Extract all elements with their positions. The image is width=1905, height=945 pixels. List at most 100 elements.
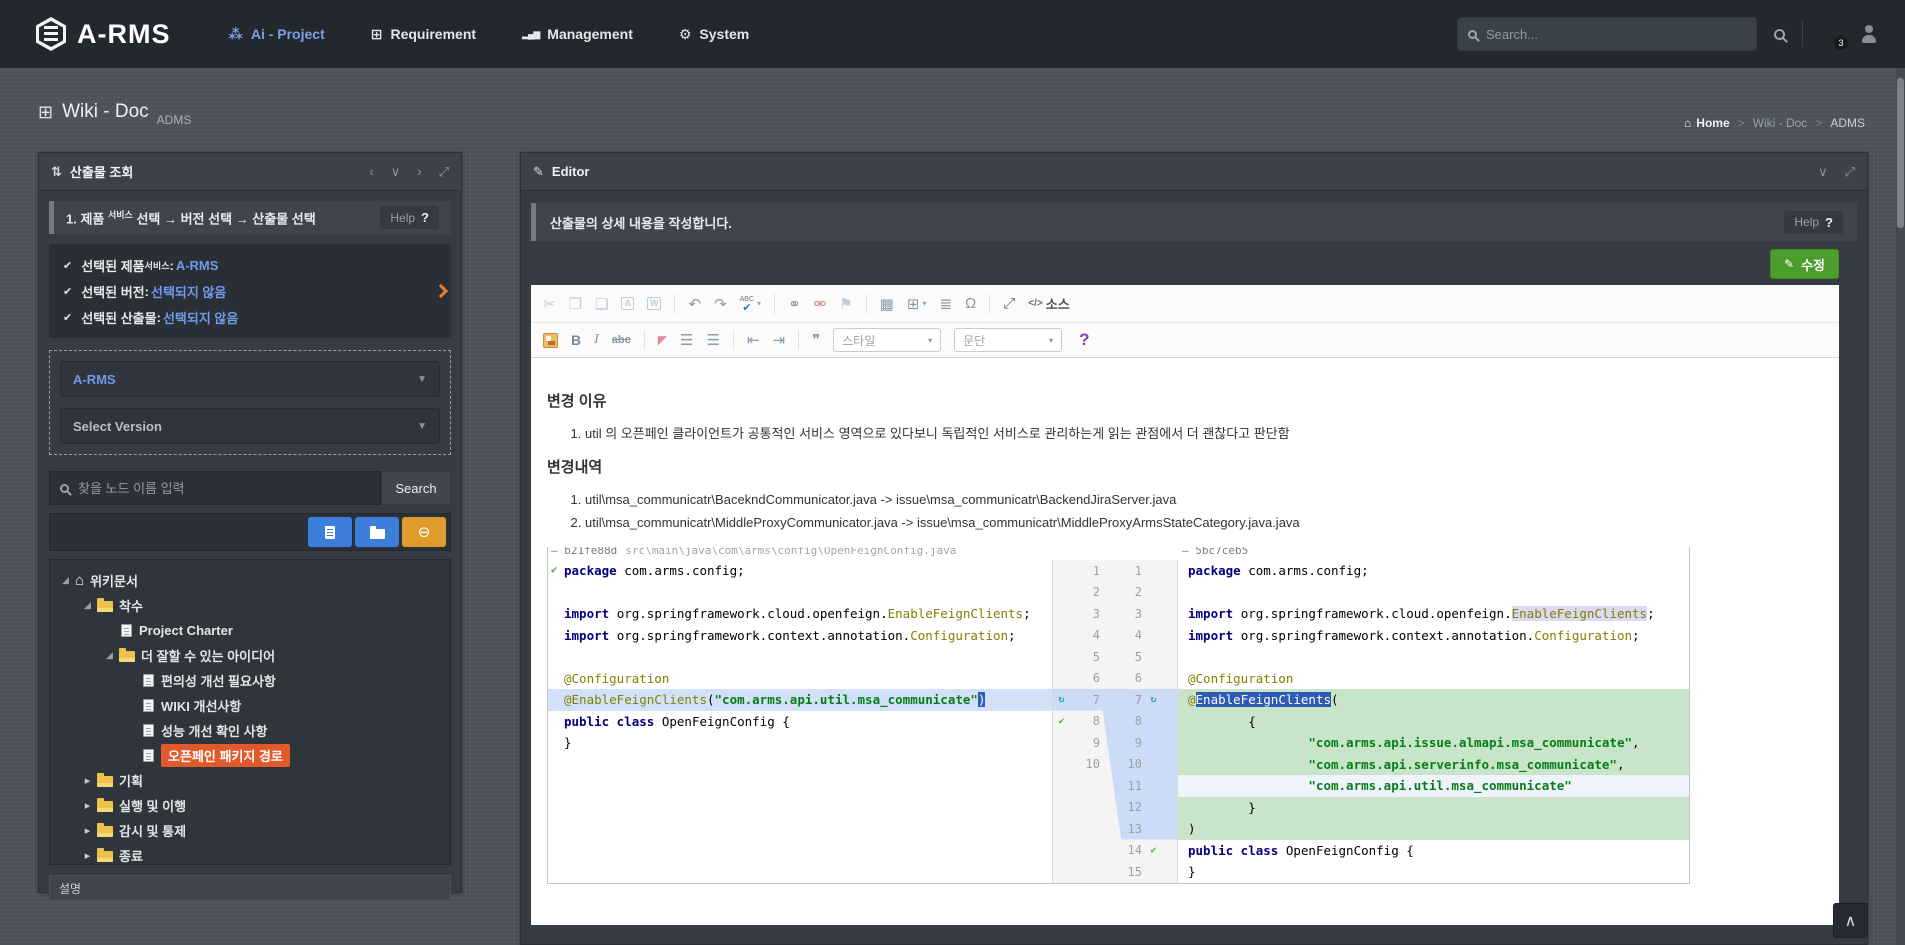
content-heading: 변경내역 [547, 456, 1839, 477]
horizontal-line-icon[interactable]: ≣ [939, 295, 952, 313]
indent-icon[interactable]: ⇥ [772, 331, 785, 349]
code-token: ; [1632, 628, 1640, 643]
table-icon[interactable]: ⊞▾ [907, 295, 927, 313]
tree-item-착수[interactable]: ◢착수 [56, 593, 444, 618]
right-revision: — 5bc7ceb5 [1182, 547, 1248, 557]
breadcrumb-wiki-doc[interactable]: Wiki - Doc [1753, 116, 1808, 130]
diff-right-pane[interactable]: package com.arms.config; import org.spri… [1178, 560, 1689, 883]
right-code-line: import org.springframework.context.annot… [1178, 625, 1689, 647]
diff-left-pane[interactable]: ✔ package com.arms.config; import org.sp… [548, 560, 1052, 883]
breadcrumb-adms[interactable]: ADMS [1830, 116, 1865, 130]
redo-icon[interactable]: ↷ [714, 295, 727, 313]
unlink-icon[interactable]: ⚮ [814, 295, 827, 313]
expand-toggle-icon[interactable]: ▸ [80, 774, 95, 787]
paste-as-text-icon[interactable]: A [621, 297, 634, 310]
gutter-apply-icon[interactable]: ✔ [1145, 845, 1162, 856]
search-submit-icon[interactable] [1774, 29, 1785, 40]
tree-item-더-잘할-수-있는-아이디어[interactable]: ◢더 잘할 수 있는 아이디어 [56, 643, 444, 668]
expand-icon[interactable]: ⤢ [439, 164, 449, 180]
carousel-next-icon[interactable]: › [417, 164, 421, 180]
product-select[interactable]: A-RMS ▼ [60, 361, 440, 397]
gutter-change-icon[interactable]: ↻ [1053, 694, 1070, 705]
collapse-toggle-icon[interactable]: ◢ [102, 650, 117, 661]
scroll-to-top-button[interactable]: ∧ [1833, 903, 1868, 938]
editor-content[interactable]: 변경 이유 util 의 오픈페인 클라이언트가 공통적인 서비스 영역으로 있… [531, 358, 1839, 884]
numbered-list-icon[interactable]: ☰ [680, 331, 693, 349]
breadcrumb-home[interactable]: ⌂Home [1684, 116, 1730, 130]
remove-node-button[interactable]: ⊖ [402, 517, 446, 547]
edit-button[interactable]: ✎ 수정 [1770, 249, 1839, 279]
outdent-icon[interactable]: ⇤ [747, 331, 760, 349]
nav-item-ai-project[interactable]: ⁂Ai - Project [229, 26, 325, 43]
link-icon[interactable]: ⚭ [788, 295, 801, 313]
separator: : [169, 258, 173, 273]
add-folder-button[interactable] [355, 517, 399, 547]
spellcheck-icon[interactable]: ABC✔▾ [740, 296, 761, 312]
notification-badge: 3 [1834, 36, 1848, 50]
format-select[interactable]: 문단▾ [954, 328, 1062, 352]
left-revision: — b21fe88d [551, 547, 617, 560]
source-icon[interactable]: </>소스 [1028, 294, 1069, 313]
style-select[interactable]: 스타일▾ [833, 328, 941, 352]
bold-icon[interactable]: B [571, 332, 581, 348]
search-button[interactable]: Search [381, 471, 451, 505]
version-select[interactable]: Select Version ▼ [60, 408, 440, 444]
nav-item-system[interactable]: ⚙System [679, 26, 749, 43]
paste-icon[interactable]: ❏ [595, 295, 608, 313]
tree-item-종료[interactable]: ▸종료 [56, 843, 444, 865]
collapse-icon[interactable]: ∨ [391, 164, 401, 180]
undo-icon[interactable]: ↶ [688, 295, 701, 313]
user-icon[interactable] [1859, 25, 1879, 43]
copy-icon[interactable]: ❐ [569, 295, 582, 313]
anchor-icon[interactable]: ⚑ [839, 295, 852, 313]
cut-icon[interactable]: ✂ [543, 295, 556, 313]
blockquote-icon[interactable]: ❞ [812, 331, 820, 349]
image-icon[interactable]: ▦ [880, 295, 894, 313]
collapse-icon[interactable]: ∨ [1818, 164, 1828, 180]
blocks-icon[interactable] [543, 333, 558, 348]
help-button[interactable]: Help? [1784, 211, 1843, 234]
tree-item-오픈페인-패키지-경로[interactable]: 오픈페인 패키지 경로 [56, 743, 444, 768]
editor-help-icon[interactable]: ? [1079, 330, 1089, 350]
page-scrollbar[interactable] [1896, 68, 1905, 945]
code-token: OpenFeignConfig { [1286, 843, 1414, 858]
tree-item-wiki-개선사항[interactable]: WIKI 개선사항 [56, 693, 444, 718]
check-icon: ✔ [63, 311, 72, 324]
left-code-line: import org.springframework.context.annot… [548, 625, 1052, 647]
tree-item-성능-개선-확인-사항[interactable]: 성능 개선 확인 사항 [56, 718, 444, 743]
scrollbar-thumb[interactable] [1897, 78, 1904, 228]
global-search-input[interactable] [1486, 27, 1746, 42]
help-button[interactable]: Help? [380, 206, 439, 229]
collapse-toggle-icon[interactable]: ◢ [58, 575, 73, 586]
italic-icon[interactable]: I [594, 332, 599, 348]
maximize-icon[interactable]: ⤢ [1003, 295, 1015, 312]
breadcrumb: ⌂Home>Wiki - Doc>ADMS [1684, 116, 1865, 130]
bulleted-list-icon[interactable]: ☰ [706, 331, 719, 349]
expand-icon[interactable]: ⤢ [1845, 164, 1855, 180]
special-char-icon[interactable]: Ω [965, 295, 976, 312]
tree-item-편의성-개선-필요사항[interactable]: 편의성 개선 필요사항 [56, 668, 444, 693]
selected-label: 선택된 버전 [81, 282, 144, 301]
tree-item-위키문서[interactable]: ◢⌂위키문서 [56, 568, 444, 593]
add-document-button[interactable] [308, 517, 352, 547]
notifications-globe-icon[interactable]: 3 [1820, 23, 1842, 45]
nav-item-requirement[interactable]: ⊞Requirement [371, 26, 476, 43]
remove-format-icon[interactable]: ◤ [658, 333, 667, 347]
app-logo[interactable]: A-RMS [36, 17, 171, 51]
gutter-apply-icon[interactable]: ✔ [1053, 716, 1070, 727]
node-search-input[interactable] [78, 481, 370, 496]
paste-from-word-icon[interactable]: W [647, 297, 662, 310]
expand-toggle-icon[interactable]: ▸ [80, 824, 95, 837]
expand-toggle-icon[interactable]: ▸ [80, 849, 95, 862]
expand-toggle-icon[interactable]: ▸ [80, 799, 95, 812]
gutter-change-icon[interactable]: ↻ [1145, 694, 1162, 705]
carousel-prev-icon[interactable]: ‹ [369, 164, 373, 180]
tree-item-실행-및-이행[interactable]: ▸실행 및 이행 [56, 793, 444, 818]
tree-item-감시-및-통제[interactable]: ▸감시 및 통제 [56, 818, 444, 843]
gutter-row: 66 [1053, 668, 1177, 690]
collapse-toggle-icon[interactable]: ◢ [80, 600, 95, 611]
strikethrough-icon[interactable]: abc [612, 334, 631, 346]
nav-item-management[interactable]: ▂▄▆Management [522, 26, 633, 43]
tree-item-기획[interactable]: ▸기획 [56, 768, 444, 793]
tree-item-project-charter[interactable]: Project Charter [56, 618, 444, 643]
